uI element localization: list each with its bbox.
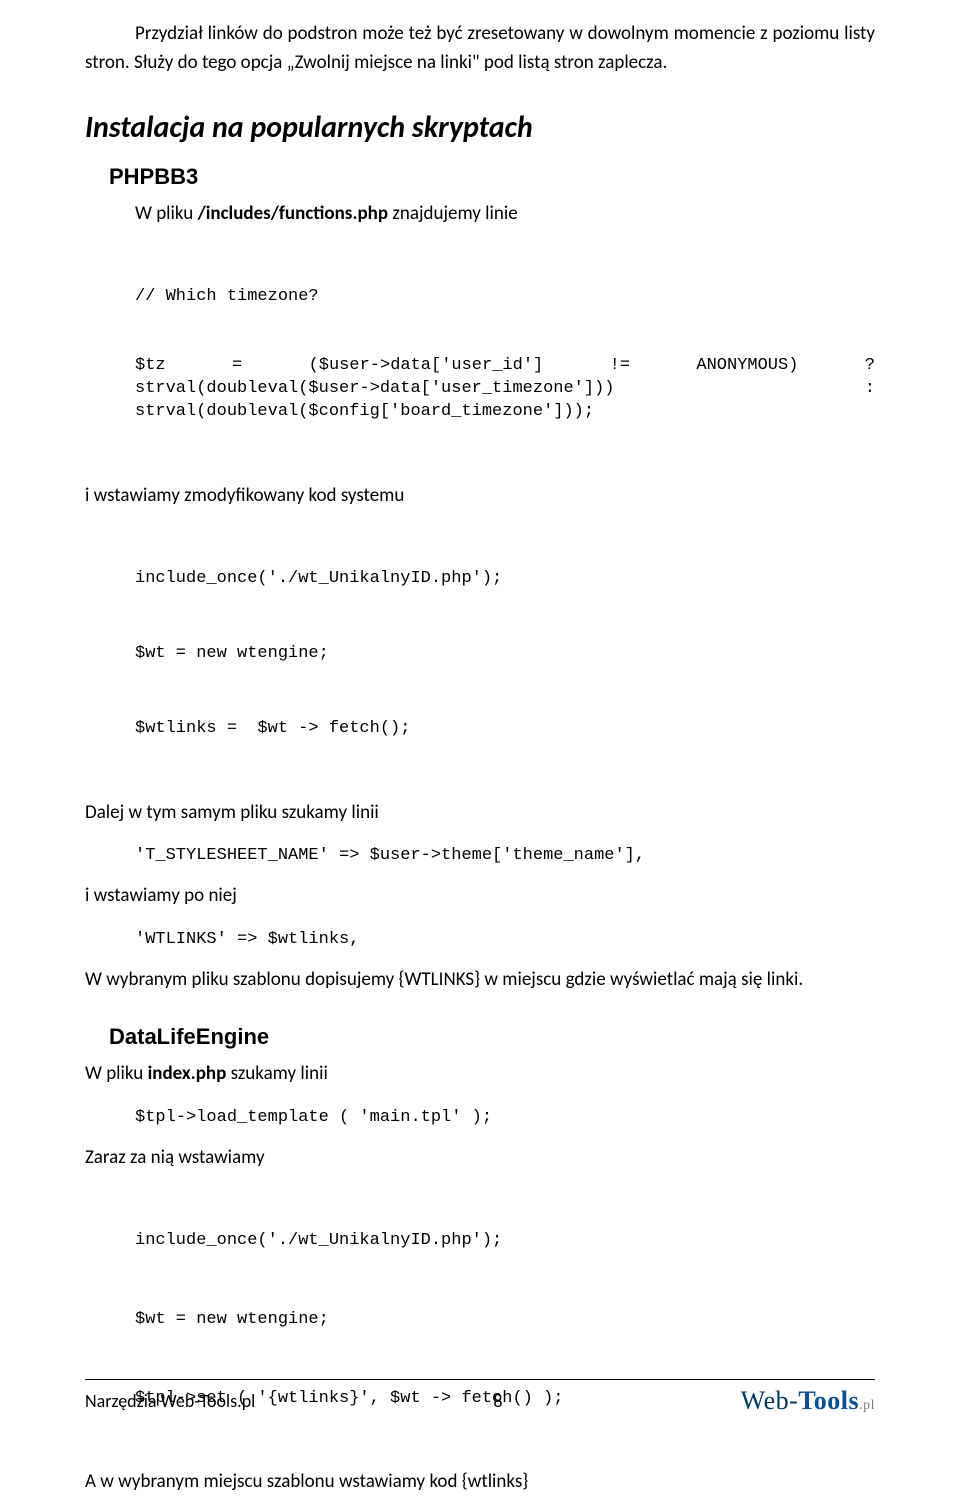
code-line: $tz = ($user->data['user_id'] != ANONYMO… xyxy=(135,355,875,424)
phpbb-file-intro: W pliku /includes/functions.php znajduje… xyxy=(135,200,875,229)
phpbb-code-3: 'T_STYLESHEET_NAME' => $user->theme['the… xyxy=(135,845,875,868)
code-line: $wt = new wtengine; xyxy=(135,643,875,666)
brand-web: Web- xyxy=(741,1386,799,1415)
phpbb-after-code3: i wstawiamy po niej xyxy=(85,882,875,911)
phpbb-code-2: include_once('./wt_UnikalnyID.php'); $wt… xyxy=(135,522,875,786)
phpbb-file-prefix: W pliku xyxy=(135,202,198,225)
phpbb-after-code2: Dalej w tym samym pliku szukamy linii xyxy=(85,799,875,828)
dle-code-1: $tpl->load_template ( 'main.tpl' ); xyxy=(135,1107,875,1130)
phpbb-after-code4: W wybranym pliku szablonu dopisujemy {WT… xyxy=(85,966,875,995)
dle-after-code2: A w wybranym miejscu szablonu wstawiamy … xyxy=(85,1468,875,1497)
code-line: $wtlinks = $wt -> fetch(); xyxy=(135,718,875,741)
phpbb-after-code1: i wstawiamy zmodyfikowany kod systemu xyxy=(85,482,875,511)
code-line: include_once('./wt_UnikalnyID.php'); xyxy=(135,568,875,591)
code-line: // Which timezone? xyxy=(135,286,875,309)
heading-install: Instalacja na popularnych skryptach xyxy=(85,109,875,146)
phpbb-file-name: /includes/functions.php xyxy=(198,202,388,225)
brand-tools: Tools xyxy=(798,1386,859,1415)
dle-file-prefix: W pliku xyxy=(85,1062,148,1085)
phpbb-file-suffix: znajdujemy linie xyxy=(388,202,518,225)
phpbb-code-4: 'WTLINKS' => $wtlinks, xyxy=(135,929,875,952)
dle-file-intro: W pliku index.php szukamy linii xyxy=(85,1060,875,1089)
heading-dle: DataLifeEngine xyxy=(109,1024,875,1050)
intro-paragraph: Przydział linków do podstron może też by… xyxy=(85,20,875,77)
code-line: include_once('./wt_UnikalnyID.php'); xyxy=(135,1230,875,1253)
dle-file-suffix: szukamy linii xyxy=(226,1062,328,1085)
dle-file-name: index.php xyxy=(148,1062,227,1085)
footer-brand: Web-Tools.pl xyxy=(741,1386,875,1416)
code-line: $wt = new wtengine; xyxy=(135,1309,875,1332)
brand-tld: .pl xyxy=(859,1398,875,1413)
dle-after-code1: Zaraz za nią wstawiamy xyxy=(85,1144,875,1173)
phpbb-code-1: // Which timezone? $tz = ($user->data['u… xyxy=(135,241,875,470)
page-footer: Narzędzia Web-Tools.pl 8 Web-Tools.pl xyxy=(0,1379,960,1416)
footer-left-text: Narzędzia Web-Tools.pl xyxy=(85,1390,255,1412)
footer-divider xyxy=(85,1379,875,1380)
footer-page-number: 8 xyxy=(493,1390,502,1412)
heading-phpbb3: PHPBB3 xyxy=(109,164,875,190)
